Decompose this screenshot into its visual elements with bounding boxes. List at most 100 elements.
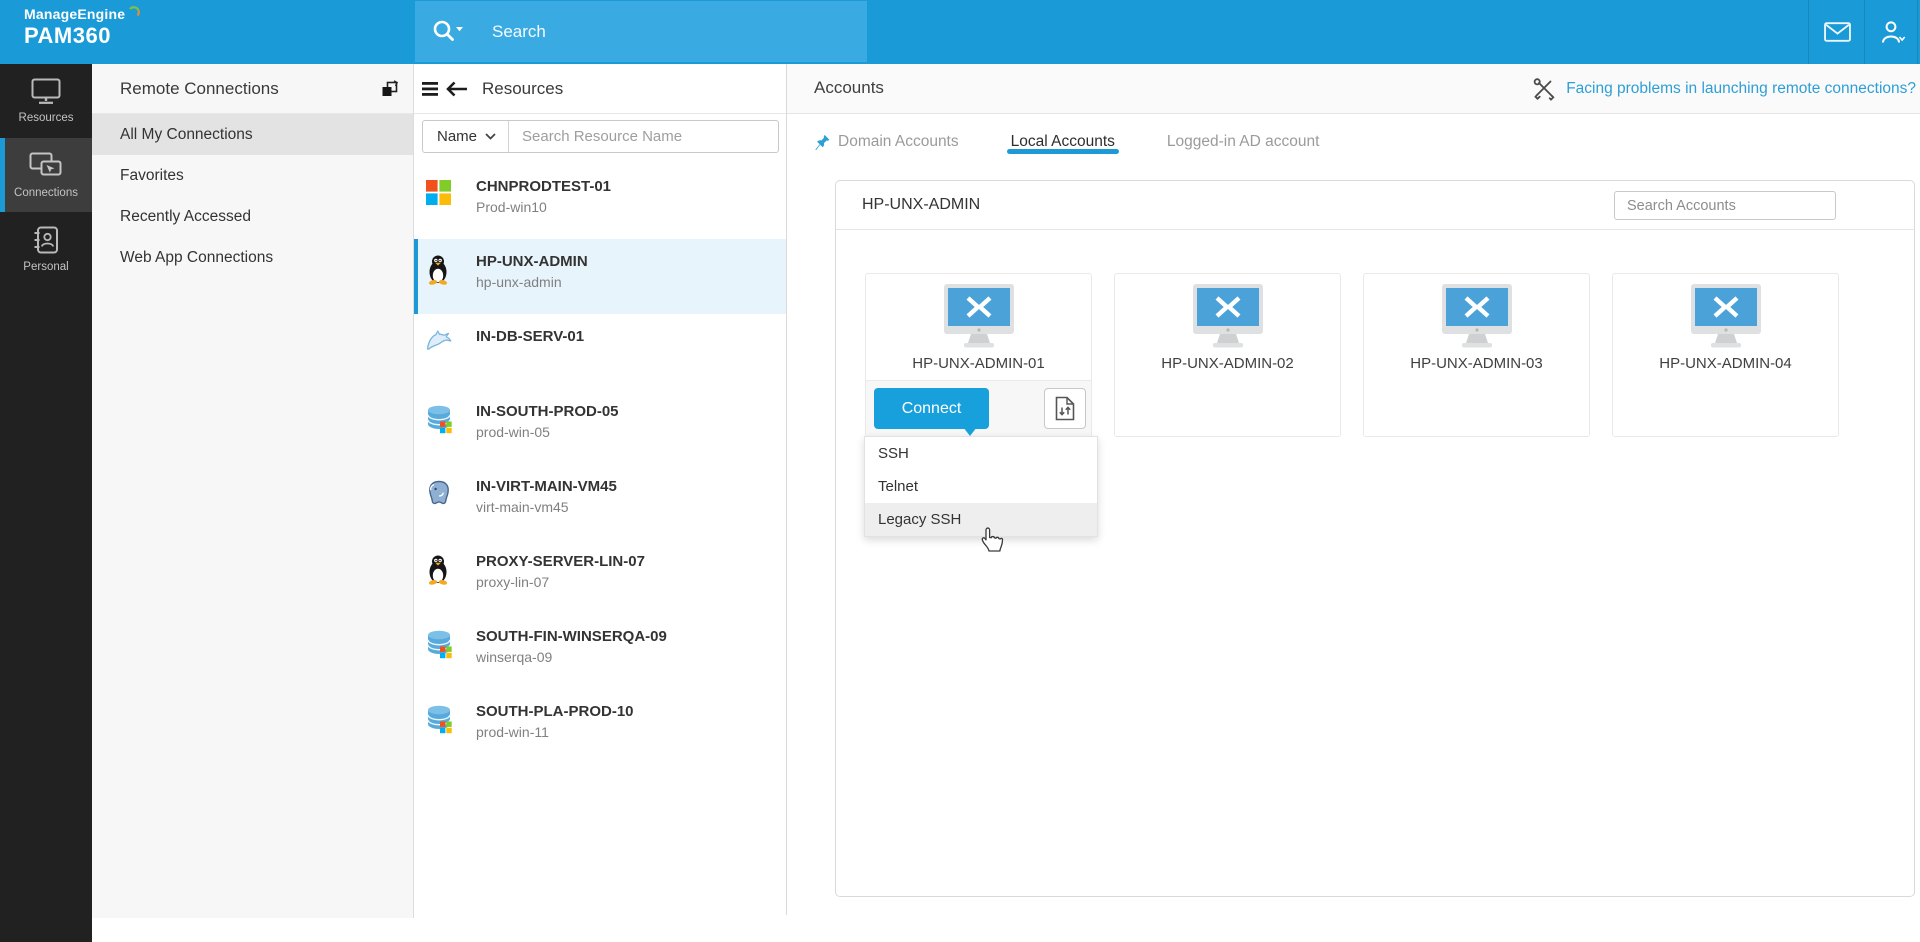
database-windows-icon (426, 703, 464, 764)
resource-row[interactable]: PROXY-SERVER-LIN-07 proxy-lin-07 (414, 539, 786, 614)
account-tile-hp-unx-admin-02[interactable]: HP-UNX-ADMIN-02 (1114, 273, 1341, 437)
sidebar-item-label: Connections (14, 187, 78, 199)
remote-connection-help-link[interactable]: Facing problems in launching remote conn… (1533, 64, 1916, 114)
menu-item-legacy-ssh[interactable]: Legacy SSH (865, 503, 1097, 536)
account-tile-hp-unx-admin-04[interactable]: HP-UNX-ADMIN-04 (1612, 273, 1839, 437)
app-sidebar: Resources Connections Personal (0, 64, 92, 942)
search-icon[interactable] (432, 19, 466, 45)
global-search-bar[interactable] (415, 1, 867, 62)
resource-row[interactable]: IN-SOUTH-PROD-05 prod-win-05 (414, 389, 786, 464)
resources-panel: Resources Name CHNPRODTEST-01 Pro (414, 64, 787, 915)
resource-row[interactable]: IN-VIRT-MAIN-VM45 virt-main-vm45 (414, 464, 786, 539)
database-windows-icon (426, 403, 464, 464)
mysql-dolphin-icon (426, 328, 464, 389)
resource-row[interactable]: SOUTH-PLA-PROD-10 prod-win-11 (414, 689, 786, 764)
collapse-back-arrow-icon[interactable] (445, 81, 469, 97)
remote-connections-panel: Remote Connections All My Connections Fa… (92, 64, 414, 918)
linux-tux-icon (426, 253, 464, 314)
resource-name: SOUTH-PLA-PROD-10 (464, 703, 634, 720)
resource-description: prod-win-05 (464, 424, 619, 440)
resource-description: virt-main-vm45 (464, 499, 617, 515)
accounts-title: Accounts (814, 78, 884, 98)
resource-search-input[interactable] (509, 128, 778, 145)
resource-description: winserqa-09 (464, 649, 667, 665)
connection-filter-recently-accessed[interactable]: Recently Accessed (92, 196, 413, 237)
remote-session-monitor-icon (1688, 284, 1764, 348)
topbar-divider (1917, 0, 1918, 64)
account-name: HP-UNX-ADMIN-01 (866, 355, 1091, 372)
remote-connections-icon (29, 152, 63, 180)
accounts-tabs: Domain Accounts Local Accounts Logged-in… (787, 114, 1920, 166)
account-tile-hp-unx-admin-01[interactable]: HP-UNX-ADMIN-01 Connect (865, 273, 1092, 437)
account-tile-hp-unx-admin-03[interactable]: HP-UNX-ADMIN-03 (1363, 273, 1590, 437)
tab-domain-accounts[interactable]: Domain Accounts (815, 114, 959, 166)
tab-label: Logged-in AD account (1167, 133, 1320, 151)
connect-strip: Connect (866, 380, 1091, 436)
connection-filter-all-my-connections[interactable]: All My Connections (92, 114, 413, 155)
local-accounts-card: HP-UNX-ADMIN HP-UNX-ADMIN-01 Connect (835, 180, 1915, 897)
file-transfer-button[interactable] (1044, 388, 1086, 429)
resource-name: SOUTH-FIN-WINSERQA-09 (464, 628, 667, 645)
menu-item-ssh[interactable]: SSH (865, 437, 1097, 470)
help-link-text[interactable]: Facing problems in launching remote conn… (1566, 80, 1916, 98)
resource-row[interactable]: SOUTH-FIN-WINSERQA-09 winserqa-09 (414, 614, 786, 689)
resource-description: proxy-lin-07 (464, 574, 645, 590)
account-name: HP-UNX-ADMIN-03 (1364, 355, 1589, 372)
resource-row[interactable]: IN-DB-SERV-01 (414, 314, 786, 389)
brand-swirl-icon (127, 6, 140, 19)
resource-filter-bar: Name (422, 120, 779, 153)
search-input[interactable] (492, 22, 812, 42)
remote-connections-title: Remote Connections (120, 79, 279, 99)
sidebar-item-personal[interactable]: Personal (0, 212, 92, 286)
connection-filter-web-app-connections[interactable]: Web App Connections (92, 237, 413, 278)
menu-item-telnet[interactable]: Telnet (865, 470, 1097, 503)
account-search-input[interactable] (1614, 191, 1836, 220)
resource-name: IN-SOUTH-PROD-05 (464, 403, 619, 420)
connect-button[interactable]: Connect (874, 388, 989, 429)
connect-protocol-menu: SSH Telnet Legacy SSH (864, 436, 1098, 537)
resource-row-selected[interactable]: HP-UNX-ADMIN hp-unx-admin (414, 239, 786, 314)
account-name: HP-UNX-ADMIN-04 (1613, 355, 1838, 372)
resource-name: IN-VIRT-MAIN-VM45 (464, 478, 617, 495)
notifications-mail-button[interactable] (1810, 0, 1864, 64)
database-windows-icon (426, 628, 464, 689)
accounts-header: Accounts Facing problems in launching re… (787, 64, 1920, 114)
sidebar-item-resources[interactable]: Resources (0, 64, 92, 138)
mail-icon (1824, 22, 1851, 42)
dropdown-anchor-caret (963, 427, 977, 436)
chevron-down-icon (485, 133, 496, 140)
resources-title: Resources (482, 79, 563, 99)
card-resource-title: HP-UNX-ADMIN (862, 196, 980, 214)
user-menu-button[interactable] (1866, 0, 1920, 64)
account-name: HP-UNX-ADMIN-02 (1115, 355, 1340, 372)
remote-session-monitor-icon (941, 284, 1017, 348)
resource-row[interactable]: CHNPRODTEST-01 Prod-win10 (414, 164, 786, 239)
windows-icon (426, 178, 464, 239)
filter-field-value: Name (437, 128, 477, 145)
resource-description: prod-win-11 (464, 724, 634, 740)
resource-name: HP-UNX-ADMIN (464, 253, 588, 270)
user-icon (1881, 21, 1906, 44)
product-name: PAM360 (24, 23, 140, 49)
resource-list: CHNPRODTEST-01 Prod-win10 HP-UNX-AD (414, 164, 786, 764)
tab-logged-in-ad-account[interactable]: Logged-in AD account (1167, 114, 1320, 166)
swap-panel-icon[interactable] (381, 80, 399, 98)
monitor-icon (31, 78, 61, 105)
filter-field-select[interactable]: Name (423, 121, 509, 152)
menu-hamburger-icon[interactable] (422, 82, 438, 96)
sidebar-item-label: Personal (23, 261, 68, 273)
remote-session-monitor-icon (1439, 284, 1515, 348)
sidebar-item-label: Resources (19, 112, 74, 124)
top-bar: ManageEngine PAM360 (0, 0, 1920, 64)
tab-local-accounts[interactable]: Local Accounts (1011, 114, 1115, 166)
card-header: HP-UNX-ADMIN (836, 181, 1914, 230)
topbar-divider (1864, 0, 1865, 64)
tools-icon (1533, 78, 1556, 101)
linux-tux-icon (426, 553, 464, 614)
resource-name: CHNPRODTEST-01 (464, 178, 611, 195)
connection-filter-favorites[interactable]: Favorites (92, 155, 413, 196)
topbar-divider (1808, 0, 1809, 64)
sidebar-item-connections[interactable]: Connections (0, 138, 92, 212)
brand-logo: ManageEngine PAM360 (24, 6, 140, 49)
resource-name: PROXY-SERVER-LIN-07 (464, 553, 645, 570)
